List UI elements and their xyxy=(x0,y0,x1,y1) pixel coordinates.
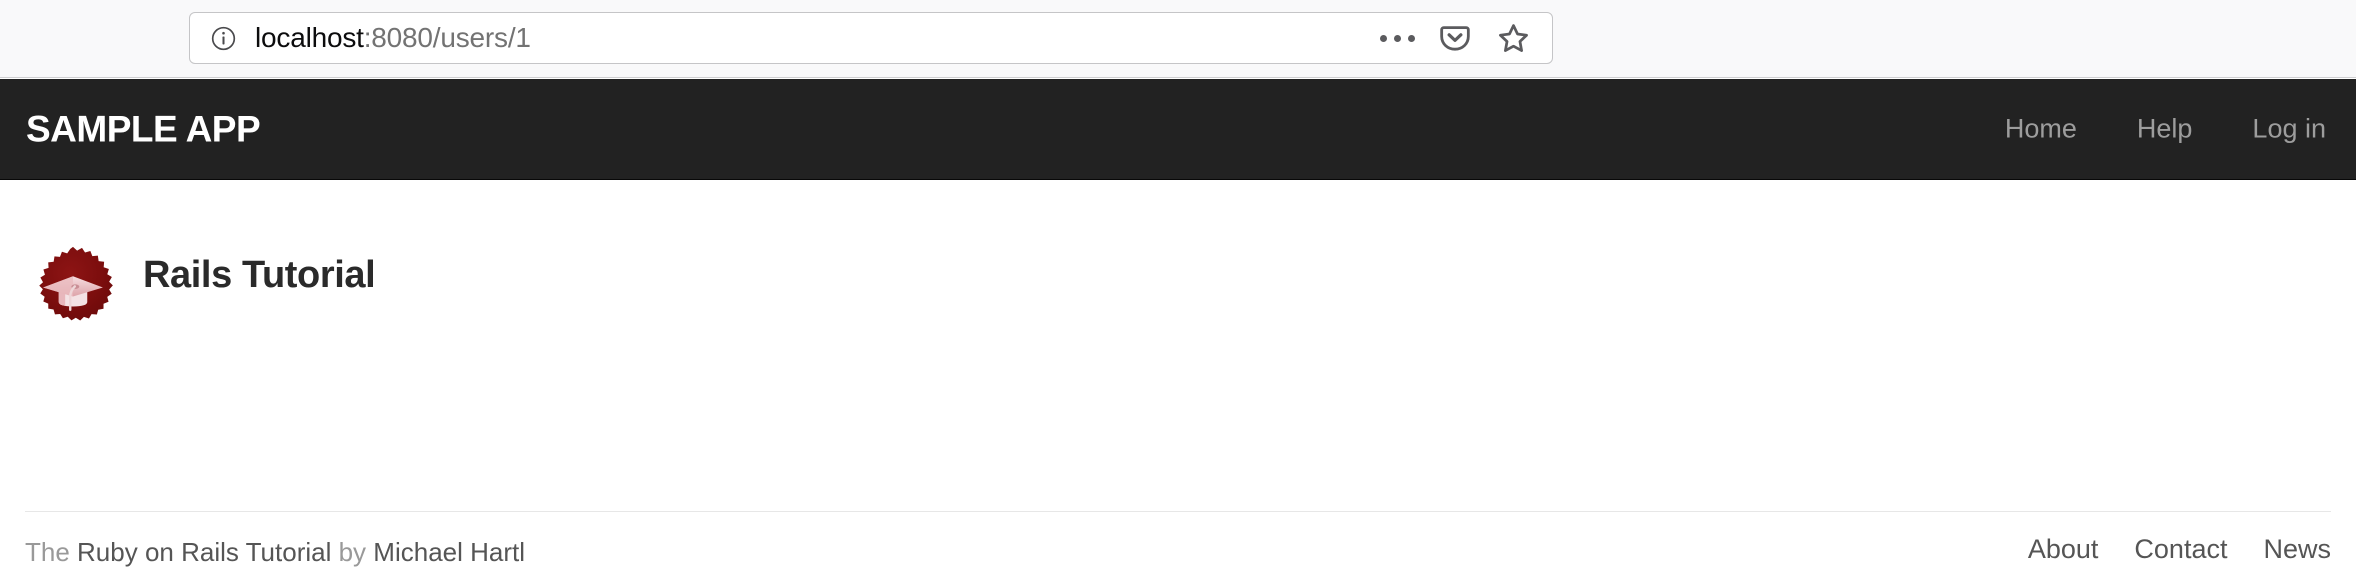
info-icon[interactable] xyxy=(210,25,237,52)
footer-link-contact[interactable]: Contact xyxy=(2116,536,2245,563)
nav-link-login[interactable]: Log in xyxy=(2222,102,2356,157)
footer-nav-item-contact[interactable]: Contact xyxy=(2116,536,2245,563)
footer-nav-item-news[interactable]: News xyxy=(2245,536,2331,563)
url-path: :8080/users/1 xyxy=(363,22,531,53)
ellipsis-icon[interactable] xyxy=(1379,21,1415,55)
footer-link-about[interactable]: About xyxy=(2010,536,2117,563)
page-title: Rails Tutorial xyxy=(143,254,376,296)
footer-middle: by xyxy=(331,537,374,567)
star-icon[interactable] xyxy=(1496,21,1530,55)
nav-item-help[interactable]: Help xyxy=(2107,102,2223,157)
browser-chrome: localhost:8080/users/1 xyxy=(0,0,2356,78)
footer-nav-item-about[interactable]: About xyxy=(2010,536,2117,563)
avatar xyxy=(27,245,119,337)
nav-link-home[interactable]: Home xyxy=(1975,102,2107,157)
primary-nav: Home Help Log in xyxy=(1975,102,2356,157)
pocket-icon[interactable] xyxy=(1438,21,1472,55)
footer-link-news[interactable]: News xyxy=(2245,536,2331,563)
site-footer: The Ruby on Rails Tutorial by Michael Ha… xyxy=(25,511,2331,584)
footer-prefix: The xyxy=(25,537,78,567)
nav-item-login[interactable]: Log in xyxy=(2222,102,2356,157)
brand-logo[interactable]: SAMPLE APP xyxy=(26,111,261,148)
url-bar[interactable]: localhost:8080/users/1 xyxy=(189,12,1553,64)
footer-link-author[interactable]: Michael Hartl xyxy=(373,537,525,567)
url-host: localhost xyxy=(255,22,364,53)
footer-nav: About Contact News xyxy=(2010,536,2331,563)
nav-item-home[interactable]: Home xyxy=(1975,102,2107,157)
url-text[interactable]: localhost:8080/users/1 xyxy=(255,24,531,52)
site-navbar: SAMPLE APP Home Help Log in xyxy=(0,79,2356,180)
url-bar-actions xyxy=(1379,21,1552,55)
nav-link-help[interactable]: Help xyxy=(2107,102,2223,157)
main-content: Rails Tutorial xyxy=(0,181,2356,501)
url-bar-left-group[interactable]: localhost:8080/users/1 xyxy=(190,24,1380,52)
footer-credit: The Ruby on Rails Tutorial by Michael Ha… xyxy=(25,539,525,565)
user-profile-block: Rails Tutorial xyxy=(27,245,376,337)
footer-link-tutorial[interactable]: Ruby on Rails Tutorial xyxy=(77,537,331,567)
